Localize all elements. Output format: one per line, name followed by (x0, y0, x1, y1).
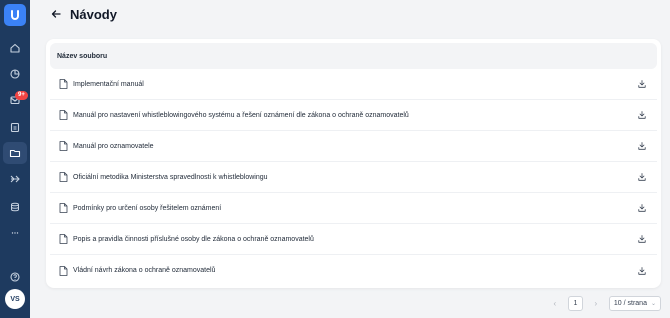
more-icon (11, 232, 19, 234)
table-row[interactable]: Manuál pro oznamovatele (50, 131, 657, 162)
notification-badge: 9+ (15, 91, 28, 100)
row-content: Oficiální metodika Ministerstva spravedl… (59, 172, 268, 182)
next-page-button[interactable]: › (589, 299, 603, 308)
database-icon (11, 202, 19, 212)
row-content: Implementační manuál (59, 79, 144, 89)
file-name[interactable]: Podmínky pro určení osoby řešitelem ozná… (73, 205, 221, 212)
nav-inbox[interactable]: 9+ (3, 89, 28, 111)
download-icon[interactable] (638, 204, 646, 212)
file-icon (59, 141, 68, 151)
user-avatar[interactable]: VS (5, 289, 25, 309)
sidebar: 9+ VS (0, 0, 30, 318)
download-icon[interactable] (638, 142, 646, 150)
table-row[interactable]: Vládní návrh zákona o ochraně oznamovate… (50, 255, 657, 286)
file-icon (59, 265, 68, 276)
files-card: Název souboru Implementační manuál Manuál… (46, 39, 661, 288)
nav-database[interactable] (3, 196, 27, 218)
nav-home[interactable] (3, 37, 27, 59)
file-icon (59, 172, 68, 182)
row-content: Manuál pro nastavení whistleblowingového… (59, 110, 409, 120)
table-row[interactable]: Podmínky pro určení osoby řešitelem ozná… (50, 193, 657, 224)
clipboard-icon (10, 122, 20, 133)
column-header-name[interactable]: Název souboru (50, 43, 657, 69)
row-content: Vládní návrh zákona o ochraně oznamovate… (59, 265, 215, 276)
nav-more[interactable] (3, 222, 27, 244)
home-icon (10, 43, 20, 53)
nav-files[interactable] (3, 142, 27, 164)
nav-tasks[interactable] (3, 116, 27, 138)
nav-forward[interactable] (3, 168, 27, 190)
nav-help[interactable] (3, 266, 27, 288)
file-icon (59, 79, 68, 89)
prev-page-button[interactable]: ‹ (548, 299, 562, 308)
page-title: Návody (70, 6, 117, 22)
page-1-button[interactable]: 1 (567, 296, 583, 311)
file-list: Implementační manuál Manuál pro nastavení… (50, 69, 657, 286)
table-row[interactable]: Popis a pravidla činnosti příslušné osob… (50, 224, 657, 255)
nav-dashboard[interactable] (3, 63, 27, 85)
page-size-value: 10 / strana (613, 300, 647, 307)
download-icon[interactable] (638, 173, 646, 181)
file-icon (59, 203, 68, 213)
download-icon[interactable] (638, 235, 646, 243)
arrow-left-icon (51, 10, 61, 18)
chevron-down-icon: ⌄ (650, 301, 656, 307)
file-name[interactable]: Manuál pro oznamovatele (73, 143, 154, 150)
row-content: Manuál pro oznamovatele (59, 141, 154, 151)
row-content: Popis a pravidla činnosti příslušné osob… (59, 234, 314, 244)
download-icon[interactable] (638, 266, 646, 275)
file-icon (59, 110, 68, 120)
page-header: Návody (50, 6, 117, 22)
table-row[interactable]: Oficiální metodika Ministerstva spravedl… (50, 162, 657, 193)
download-icon[interactable] (638, 111, 646, 119)
file-icon (59, 234, 68, 244)
file-name[interactable]: Popis a pravidla činnosti příslušné osob… (73, 236, 314, 243)
app-logo[interactable] (4, 4, 26, 26)
file-name[interactable]: Manuál pro nastavení whistleblowingového… (73, 112, 409, 119)
file-name[interactable]: Vládní návrh zákona o ochraně oznamovate… (73, 267, 215, 274)
pagination: ‹ 1 › 10 / strana ⌄ (548, 296, 661, 311)
table-row[interactable]: Manuál pro nastavení whistleblowingového… (50, 100, 657, 131)
file-name[interactable]: Implementační manuál (73, 81, 144, 88)
table-row[interactable]: Implementační manuál (50, 69, 657, 100)
help-icon (10, 272, 20, 282)
chart-icon (10, 69, 20, 79)
download-icon[interactable] (638, 80, 646, 88)
logo-icon (11, 10, 19, 20)
back-button[interactable] (50, 8, 62, 20)
folder-icon (9, 149, 21, 158)
arrows-icon (10, 175, 20, 183)
page-size-select[interactable]: 10 / strana ⌄ (608, 296, 661, 311)
file-name[interactable]: Oficiální metodika Ministerstva spravedl… (73, 174, 268, 181)
row-content: Podmínky pro určení osoby řešitelem ozná… (59, 203, 221, 213)
